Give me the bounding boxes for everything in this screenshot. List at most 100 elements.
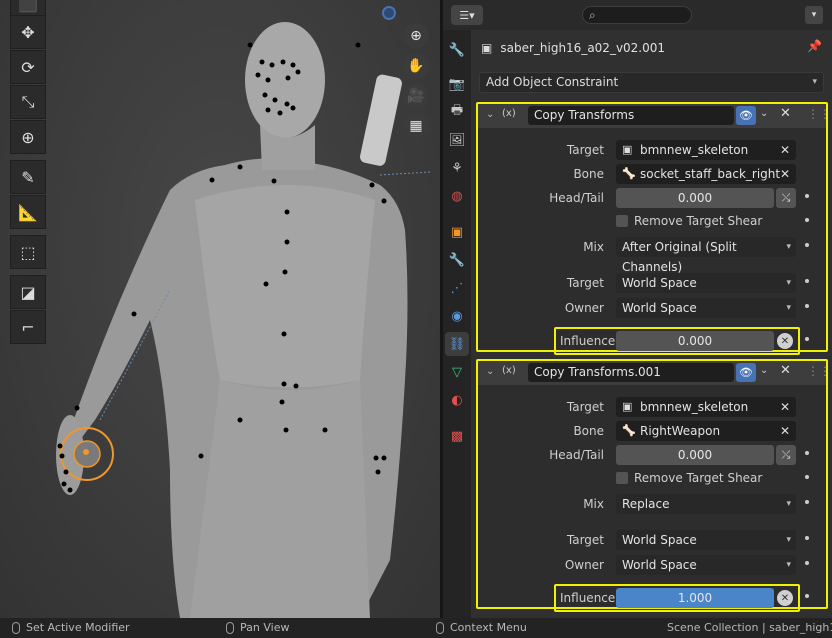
zoom-button[interactable]: ⊕ xyxy=(403,23,429,49)
close-icon[interactable]: ✕ xyxy=(780,106,791,121)
object-icon: ▣ xyxy=(450,224,464,240)
search-input[interactable]: ⌕ xyxy=(582,6,692,24)
annotate-tool[interactable]: ✎ xyxy=(10,160,46,194)
tab-scene[interactable]: ⚘ xyxy=(445,156,469,180)
headtail-field[interactable]: 0.000 xyxy=(616,445,774,465)
panel-header[interactable]: ⌄ (x) Copy Transforms.001 👁 ⌄ ✕ ⋮⋮ xyxy=(478,361,831,385)
corner-tool[interactable]: ⌐ xyxy=(10,310,46,344)
collapse-arrow-icon[interactable]: ⌄ xyxy=(486,366,494,377)
checkbox-icon[interactable] xyxy=(616,472,628,484)
scale-tool[interactable]: ⤡ xyxy=(10,85,46,119)
corner-icon: ⌐ xyxy=(21,317,35,337)
options-dropdown[interactable]: ▾ xyxy=(805,6,823,24)
drag-handle-icon[interactable]: ⋮⋮ xyxy=(807,364,831,378)
tab-view-layer[interactable]: 🖼 xyxy=(445,128,469,152)
tab-modifiers[interactable]: 🔧 xyxy=(445,248,469,272)
mix-dropdown[interactable]: Replace ▾ xyxy=(616,494,796,514)
tab-physics[interactable]: ◉ xyxy=(445,304,469,328)
keyframe-dot[interactable] xyxy=(805,304,809,308)
scene-icon: ⚘ xyxy=(451,160,463,176)
grid-button[interactable]: ▦ xyxy=(403,113,429,139)
chevron-down-icon[interactable]: ⌄ xyxy=(760,365,768,376)
remove-shear-checkbox[interactable]: Remove Target Shear xyxy=(616,214,762,228)
owner-space-row: Owner World Space ▾ xyxy=(478,555,826,575)
close-icon[interactable]: ✕ xyxy=(780,363,791,378)
3d-viewport[interactable]: ⬛ ✥ ⟳ ⤡ ⊕ ✎ 📐 ⬚ ◪ ⌐ ⊕ ✋ 🎥 ▦ xyxy=(0,0,440,618)
tab-world[interactable]: ◍ xyxy=(445,184,469,208)
tab-output[interactable]: 🖶 xyxy=(445,100,469,124)
clear-icon[interactable]: ✕ xyxy=(780,421,790,441)
tab-particles[interactable]: ⋰ xyxy=(445,276,469,300)
keyframe-dot[interactable] xyxy=(805,337,809,341)
tab-constraints[interactable]: ⛓ xyxy=(445,332,469,356)
pin-icon[interactable]: 📌 xyxy=(807,39,822,53)
hand-icon: ✋ xyxy=(407,58,425,74)
gizmo-axis-icon[interactable] xyxy=(382,6,396,20)
pan-button[interactable]: ✋ xyxy=(403,53,429,79)
measure-tool[interactable]: 📐 xyxy=(10,195,46,229)
checkbox-icon[interactable] xyxy=(616,215,628,227)
target-field[interactable]: ▣ bmnnew_skeleton ✕ xyxy=(616,140,796,160)
transform-tool[interactable]: ⊕ xyxy=(10,120,46,154)
eye-icon[interactable]: 👁 xyxy=(736,106,756,125)
tab-object[interactable]: ▣ xyxy=(445,220,469,244)
follow-bbone-icon[interactable]: ⤯ xyxy=(776,445,796,465)
collapse-arrow-icon[interactable]: ⌄ xyxy=(486,109,494,120)
tab-data[interactable]: ▽ xyxy=(445,360,469,384)
mask-tool[interactable]: ◪ xyxy=(10,275,46,309)
clear-icon[interactable]: ✕ xyxy=(780,397,790,417)
keyframe-dot[interactable] xyxy=(805,279,809,283)
constraint-name-field[interactable]: Copy Transforms.001 xyxy=(528,363,734,382)
add-constraint-dropdown[interactable]: Add Object Constraint ▾ xyxy=(479,72,824,93)
tab-texture[interactable]: ▩ xyxy=(445,424,469,448)
clear-icon[interactable]: ✕ xyxy=(780,164,790,184)
influence-row: Influence 0.000 ✕ xyxy=(478,327,826,355)
tab-render[interactable]: 📷 xyxy=(445,72,469,96)
mix-dropdown[interactable]: After Original (Split Channels) ▾ xyxy=(616,237,796,274)
influence-slider[interactable]: 1.000 xyxy=(616,588,774,608)
drag-handle-icon[interactable]: ⋮⋮ xyxy=(807,107,831,121)
rotate-icon: ⟳ xyxy=(21,57,35,77)
keyframe-dot[interactable] xyxy=(805,451,809,455)
target-space-value: World Space xyxy=(622,533,697,547)
target-field[interactable]: ▣ bmnnew_skeleton ✕ xyxy=(616,397,796,417)
clear-icon[interactable]: ✕ xyxy=(780,140,790,160)
owner-space-dropdown[interactable]: World Space ▾ xyxy=(616,555,796,575)
owner-space-dropdown[interactable]: World Space ▾ xyxy=(616,298,796,318)
panel-header[interactable]: ⌄ (x) Copy Transforms 👁 ⌄ ✕ ⋮⋮ xyxy=(478,104,831,128)
bone-row: Bone 🦴 RightWeapon ✕ xyxy=(478,421,826,441)
follow-bbone-icon[interactable]: ⤯ xyxy=(776,188,796,208)
camera-button[interactable]: 🎥 xyxy=(403,83,429,109)
influence-slider[interactable]: 0.000 xyxy=(616,331,774,351)
keyframe-dot[interactable] xyxy=(805,561,809,565)
constraint-icon: ⛓ xyxy=(448,336,466,352)
tab-tool[interactable]: 🔧 xyxy=(445,38,469,62)
world-icon: ◍ xyxy=(451,188,463,204)
disable-keep-transform-icon[interactable]: ✕ xyxy=(777,590,793,606)
keyframe-dot[interactable] xyxy=(805,194,809,198)
keyframe-dot[interactable] xyxy=(805,218,809,222)
status-middle-text: Pan View xyxy=(240,621,290,634)
disable-keep-transform-icon[interactable]: ✕ xyxy=(777,333,793,349)
keyframe-dot[interactable] xyxy=(805,475,809,479)
chevron-down-icon[interactable]: ⌄ xyxy=(760,108,768,119)
keyframe-dot[interactable] xyxy=(805,536,809,540)
bone-value: socket_staff_back_right xyxy=(640,167,781,181)
particles-icon: ⋰ xyxy=(450,280,464,296)
keyframe-dot[interactable] xyxy=(805,500,809,504)
tab-material[interactable]: ◐ xyxy=(445,388,469,412)
add-cube-tool[interactable]: ⬚ xyxy=(10,235,46,269)
remove-shear-checkbox[interactable]: Remove Target Shear xyxy=(616,471,762,485)
keyframe-dot[interactable] xyxy=(805,594,809,598)
bone-field[interactable]: 🦴 RightWeapon ✕ xyxy=(616,421,796,441)
headtail-field[interactable]: 0.000 xyxy=(616,188,774,208)
constraint-name-field[interactable]: Copy Transforms xyxy=(528,106,734,125)
target-space-dropdown[interactable]: World Space ▾ xyxy=(616,530,796,550)
rotate-tool[interactable]: ⟳ xyxy=(10,50,46,84)
bone-field[interactable]: 🦴 socket_staff_back_right ✕ xyxy=(616,164,796,184)
editor-type-button[interactable]: ☰▾ xyxy=(451,5,483,25)
keyframe-dot[interactable] xyxy=(805,243,809,247)
eye-icon[interactable]: 👁 xyxy=(736,363,756,382)
move-tool[interactable]: ✥ xyxy=(10,15,46,49)
target-space-dropdown[interactable]: World Space ▾ xyxy=(616,273,796,293)
